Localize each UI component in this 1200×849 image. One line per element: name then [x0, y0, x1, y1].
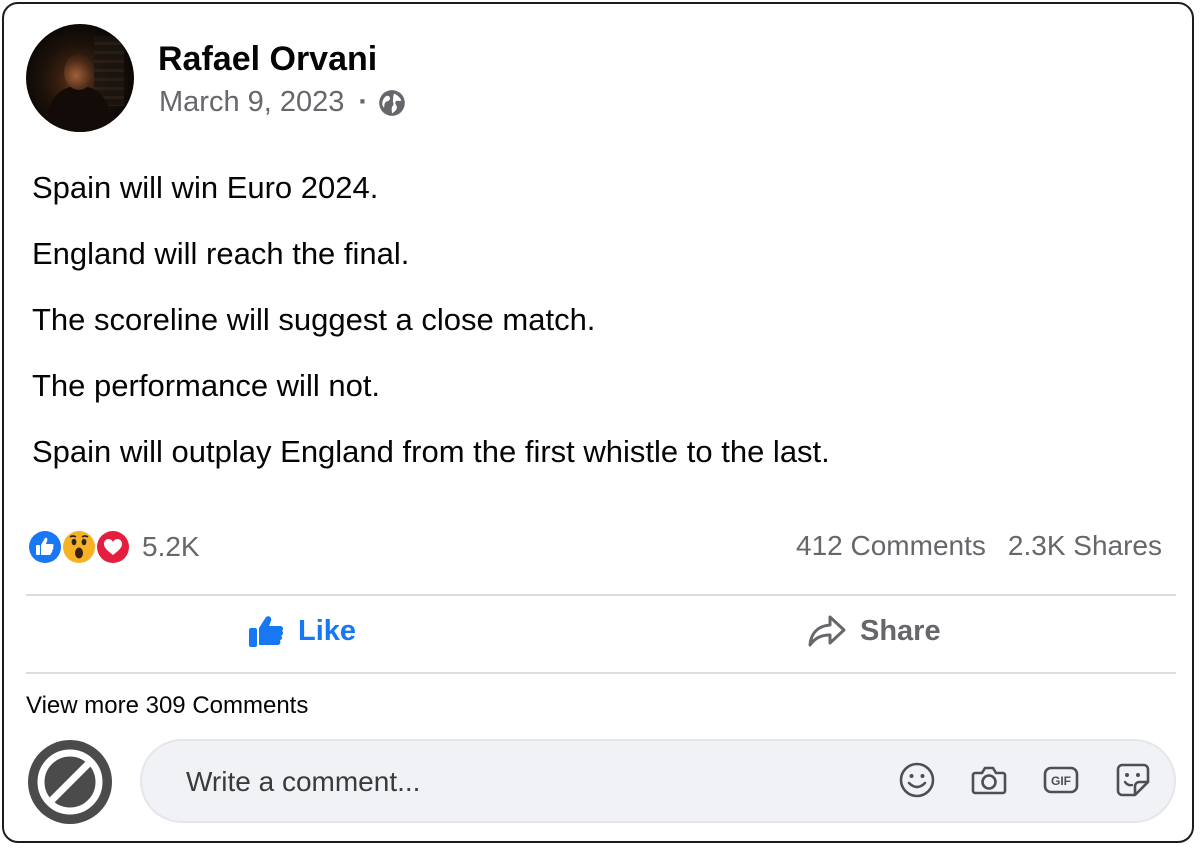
gif-icon[interactable]: GIF [1042, 761, 1080, 799]
current-user-avatar[interactable] [28, 740, 112, 824]
thumbs-up-icon [249, 616, 284, 647]
reaction-count[interactable]: 5.2K [142, 531, 200, 563]
blocked-avatar-icon [32, 744, 108, 820]
share-label: Share [860, 614, 941, 647]
meta-separator: · [358, 86, 369, 118]
like-reaction-icon [27, 529, 63, 565]
author-name[interactable]: Rafael Orvani [158, 40, 377, 79]
view-more-comments-link[interactable]: View more 309 Comments [26, 692, 308, 720]
shares-count[interactable]: 2.3K Shares [1008, 530, 1162, 562]
comment-input[interactable]: Write a comment... [186, 766, 420, 798]
like-button[interactable]: Like [248, 614, 356, 648]
post-card: Rafael Orvani March 9, 2023 · Spain will… [2, 2, 1194, 843]
share-arrow-icon [808, 615, 846, 647]
share-button[interactable]: Share [808, 614, 941, 648]
globe-icon[interactable] [378, 89, 406, 117]
post-actions: Like Share [26, 596, 1176, 674]
comments-count[interactable]: 412 Comments [796, 530, 986, 562]
post-line: England will reach the final. [32, 236, 410, 271]
post-line: Spain will win Euro 2024. [32, 170, 379, 205]
like-label: Like [298, 614, 357, 647]
reactions-summary[interactable]: 5.2K [26, 528, 200, 566]
love-reaction-icon [95, 529, 131, 565]
svg-text:GIF: GIF [1051, 774, 1071, 788]
wow-reaction-icon [61, 529, 97, 565]
emoji-icon[interactable] [898, 761, 936, 799]
post-body: Spain will win Euro 2024. England will r… [32, 170, 1162, 470]
post-header: Rafael Orvani March 9, 2023 · [26, 24, 626, 136]
post-date[interactable]: March 9, 2023 [159, 86, 344, 119]
engagement-counts: 412 Comments 2.3K Shares [796, 530, 1162, 562]
divider [26, 672, 1176, 674]
camera-icon[interactable] [970, 761, 1008, 799]
post-meta: March 9, 2023 · [159, 86, 406, 119]
author-avatar[interactable] [26, 24, 134, 132]
post-stats: 5.2K 412 Comments 2.3K Shares [26, 524, 1174, 568]
post-line: Spain will outplay England from the firs… [32, 434, 830, 469]
post-line: The scoreline will suggest a close match… [32, 302, 596, 337]
comment-input-box[interactable]: Write a comment... GIF [140, 739, 1176, 823]
post-line: The performance will not. [32, 368, 381, 403]
comment-tools: GIF [898, 761, 1152, 799]
sticker-icon[interactable] [1114, 761, 1152, 799]
